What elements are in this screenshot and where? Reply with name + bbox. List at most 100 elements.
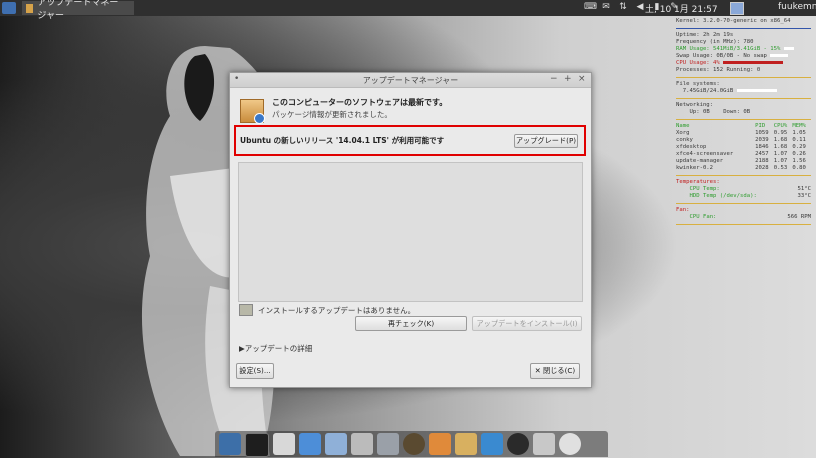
keyboard-icon[interactable]: ⌨ [584, 2, 597, 12]
close-button[interactable]: ✕ 閉じる(C) [530, 363, 580, 379]
table-row: xfdesktop 1846 1.68 0.29 [676, 144, 811, 151]
col-header: MEM% [792, 123, 806, 129]
cell: 2039 [755, 137, 769, 143]
close-icon[interactable]: × [578, 74, 586, 84]
divider [676, 203, 811, 204]
disc-icon[interactable] [507, 433, 529, 455]
cell: 0.53 [773, 165, 788, 171]
trash-icon[interactable] [533, 433, 555, 455]
conky-swap: Swap Usage: 0B/0B - No swap [676, 53, 767, 59]
ram-bar [783, 47, 794, 50]
taskbar-window-button[interactable]: アップデートマネージャー [22, 0, 134, 21]
conky-hdd-temp-label: HDD Temp (/dev/sda): [689, 193, 757, 199]
show-desktop-icon[interactable] [730, 2, 744, 15]
conky-fan-label: CPU Fan: [689, 214, 717, 220]
install-updates-button[interactable]: アップデートをインストール(I) [472, 316, 582, 331]
cell: 2457 [755, 151, 769, 157]
cell: kwinker-0.2 [676, 165, 714, 171]
update-manager-icon [26, 3, 34, 13]
conky-net-title: Networking: [676, 102, 714, 108]
terminal-icon[interactable] [245, 433, 269, 457]
files-icon[interactable] [273, 433, 295, 455]
conky-system-monitor: Kernel: 3.2.0-70-generic on x86_64 Uptim… [676, 18, 811, 228]
volume-icon[interactable]: ◀ [635, 2, 645, 12]
release-notice: Ubuntu の新しいリリース '14.04.1 LTS' が利用可能です [240, 136, 445, 145]
col-header: Name [676, 123, 690, 129]
conky-fan-value: 566 RPM [787, 214, 811, 220]
cpu-bar [723, 61, 784, 64]
conky-hdd-temp-value: 33°C [797, 193, 811, 199]
search-icon[interactable] [377, 433, 399, 455]
conky-ram: RAM Usage: 541MiB/3.41GiB - 15% [676, 46, 781, 52]
conky-fs-value: 7.45GiB/24.0GiB [682, 88, 734, 94]
conky-kernel: Kernel: 3.2.0-70-generic on x86_64 [676, 18, 791, 24]
conky-uptime: Uptime: 2h 2m 19s [676, 32, 734, 38]
conky-frequency: Frequency (in MHz): 780 [676, 39, 754, 45]
window-title: アップデートマネージャー [362, 76, 459, 85]
cell: 1.05 [792, 130, 806, 136]
window-titlebar[interactable]: • アップデートマネージャー − + × [230, 73, 591, 88]
divider [676, 28, 811, 29]
settings-button[interactable]: 設定(S)... [236, 363, 274, 379]
audio-icon[interactable] [403, 433, 425, 455]
cell: xfce4-screensaver [676, 151, 734, 157]
fs-bar [736, 89, 777, 92]
cell: 0.95 [773, 130, 788, 136]
cell: conky [676, 137, 693, 143]
table-row: xfce4-screensaver 2457 1.07 0.26 [676, 151, 811, 158]
update-manager-window: • アップデートマネージャー − + × このコンピューターのソフトウェアは最新… [229, 72, 592, 388]
cell: 1846 [755, 144, 769, 150]
conky-processes: Processes: 152 Running: 0 [676, 67, 761, 73]
image-editor-icon[interactable] [429, 433, 451, 455]
conky-cpu-temp-label: CPU Temp: [689, 186, 720, 192]
col-header: PID [755, 123, 766, 129]
conky-net-down: Down: 0B [723, 109, 751, 115]
cell: 0.29 [792, 144, 806, 150]
divider [676, 77, 811, 78]
cell: 2028 [755, 165, 769, 171]
minimize-icon[interactable]: − [550, 74, 558, 84]
folder-icon[interactable] [455, 433, 477, 455]
divider [676, 98, 811, 99]
recheck-button[interactable]: 再チェック(K) [355, 316, 467, 331]
top-panel: アップデートマネージャー ⌨ ✉ ⇅ ◀ ▮ ✎ 土, 10 1月 21:57 … [0, 0, 816, 21]
conky-fs-title: File systems: [676, 81, 720, 87]
cell: 1.07 [773, 158, 788, 164]
table-row: conky 2039 1.68 0.11 [676, 137, 811, 144]
desktop-icon[interactable] [219, 433, 241, 455]
table-row: kwinker-0.2 2028 0.53 0.80 [676, 165, 811, 172]
update-icon[interactable] [481, 433, 503, 455]
restart-icon[interactable] [559, 433, 581, 455]
info-icon [239, 304, 253, 316]
cell: 0.11 [792, 137, 806, 143]
conky-fan-title: Fan: [676, 207, 690, 213]
network-icon[interactable]: ⇅ [618, 2, 628, 12]
update-details-expander[interactable]: ▶アップデートの詳細 [239, 343, 312, 354]
status-subtitle: パッケージ情報が更新されました。 [272, 110, 392, 119]
divider [676, 119, 811, 120]
cell: 1.56 [792, 158, 806, 164]
package-icon [240, 99, 265, 124]
updates-list[interactable] [238, 162, 583, 302]
clock[interactable]: 土, 10 1月 21:57 [645, 2, 718, 15]
safari-icon[interactable] [299, 433, 321, 455]
cell: 0.80 [792, 165, 806, 171]
close-button-label: 閉じる(C) [543, 366, 576, 375]
dock [215, 431, 608, 457]
mixer-icon[interactable] [351, 433, 373, 455]
upgrade-button[interactable]: アップグレード(P) [514, 134, 578, 148]
maximize-icon[interactable]: + [564, 74, 572, 84]
divider [676, 224, 811, 225]
conky-net-up: Up: 0B [689, 109, 710, 115]
screenshot-icon[interactable] [325, 433, 347, 455]
user-menu[interactable]: fuukemn [778, 2, 816, 12]
table-row: Xorg 1059 0.95 1.05 [676, 130, 811, 137]
cell: 1.68 [773, 144, 788, 150]
cell: 2188 [755, 158, 769, 164]
cell: 1059 [755, 130, 769, 136]
cell: Xorg [676, 130, 690, 136]
applications-menu-icon[interactable] [2, 2, 16, 14]
mail-icon[interactable]: ✉ [601, 2, 611, 12]
table-row: update-manager 2188 1.07 1.56 [676, 158, 811, 165]
swap-bar [770, 54, 789, 57]
